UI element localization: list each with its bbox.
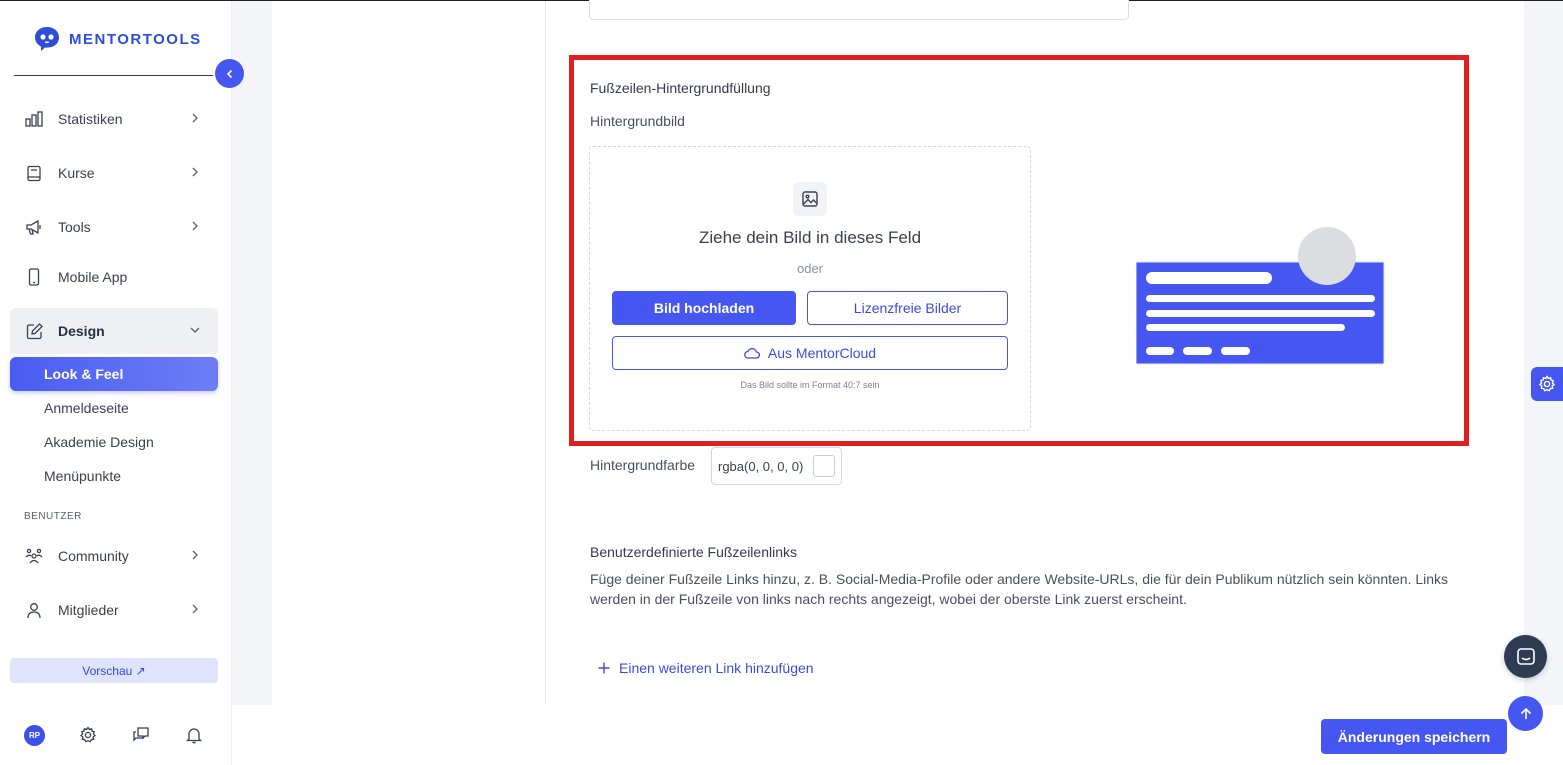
- sidebar-item-label: Tools: [58, 219, 91, 235]
- chevron-right-icon: [192, 167, 198, 177]
- gear-icon[interactable]: [79, 726, 97, 744]
- sidebar-item-label: Design: [58, 323, 105, 339]
- sidebar-item-mobile-app[interactable]: Mobile App: [10, 254, 218, 300]
- sidebar-item-community[interactable]: Community: [10, 533, 218, 579]
- image-icon: [793, 182, 827, 216]
- sidebar-item-label: Community: [58, 548, 129, 564]
- chevron-right-icon: [192, 604, 198, 614]
- bell-icon[interactable]: [185, 726, 203, 744]
- add-link-label: Einen weiteren Link hinzufügen: [619, 660, 814, 676]
- scroll-to-top-button[interactable]: [1508, 696, 1543, 731]
- footer-fill-title: Fußzeilen-Hintergrundfüllung: [590, 80, 771, 96]
- preview-button[interactable]: Vorschau ↗: [10, 658, 218, 683]
- sidebar-item-kurse[interactable]: Kurse: [10, 150, 218, 196]
- column-divider: [545, 1, 546, 705]
- bar-chart-icon: [24, 109, 44, 129]
- brand-logo[interactable]: MENTORTOOLS: [33, 25, 202, 53]
- background-color-value: rgba(0, 0, 0, 0): [718, 458, 804, 474]
- avatar[interactable]: RP: [24, 725, 45, 746]
- chat-widget-button[interactable]: [1504, 635, 1547, 678]
- chevron-left-icon: [226, 69, 232, 78]
- sidebar-sub-akademie-design[interactable]: Akademie Design: [10, 425, 218, 459]
- sidebar-item-statistiken[interactable]: Statistiken: [10, 96, 218, 142]
- sidebar-item-design[interactable]: Design: [10, 308, 218, 354]
- chat-icon: [1516, 647, 1535, 665]
- chevron-down-icon: [190, 327, 200, 333]
- megaphone-icon: [24, 217, 44, 237]
- sidebar-sub-menuepunkte[interactable]: Menüpunkte: [10, 459, 218, 493]
- format-hint: Das Bild sollte im Format 40:7 sein: [740, 380, 880, 390]
- footer-preview-illustration: [1136, 227, 1385, 365]
- sidebar-sub-anmeldeseite[interactable]: Anmeldeseite: [10, 391, 218, 425]
- stock-images-button[interactable]: Lizenzfreie Bilder: [807, 291, 1008, 325]
- sidebar-item-label: Mobile App: [58, 269, 128, 285]
- sidebar-item-mitglieder[interactable]: Mitglieder: [10, 587, 218, 633]
- gear-icon: [1538, 375, 1556, 392]
- sidebar-item-label: Mitglieder: [58, 602, 119, 618]
- cloud-icon: [744, 347, 760, 359]
- chevron-right-icon: [192, 221, 198, 231]
- background-color-label: Hintergrundfarbe: [590, 457, 696, 473]
- mentortools-logo-icon: [35, 27, 59, 51]
- book-icon: [24, 163, 44, 183]
- upload-image-button[interactable]: Bild hochladen: [612, 291, 796, 325]
- background-color-input[interactable]: rgba(0, 0, 0, 0): [711, 447, 842, 485]
- save-changes-button[interactable]: Änderungen speichern: [1321, 719, 1507, 754]
- sidebar-sub-look-feel[interactable]: Look & Feel: [10, 357, 218, 391]
- settings-gear-tab[interactable]: [1531, 367, 1563, 401]
- sidebar-item-label: Kurse: [58, 165, 95, 181]
- custom-links-title: Benutzerdefinierte Fußzeilenlinks: [590, 544, 797, 560]
- community-icon: [24, 546, 44, 566]
- chevron-right-icon: [192, 550, 198, 560]
- color-swatch[interactable]: [813, 455, 835, 477]
- background-image-label: Hintergrundbild: [590, 113, 685, 129]
- dropzone-text: Ziehe dein Bild in dieses Feld: [698, 228, 922, 247]
- mentorcloud-button[interactable]: Aus MentorCloud: [612, 336, 1008, 370]
- collapse-sidebar-button[interactable]: [215, 59, 244, 88]
- sidebar-divider: [14, 75, 213, 76]
- sidebar-item-tools[interactable]: Tools: [10, 204, 218, 250]
- or-text: oder: [796, 261, 824, 276]
- pencil-icon: [24, 321, 44, 341]
- mentorcloud-label: Aus MentorCloud: [767, 345, 877, 361]
- section-label-benutzer: BENUTZER: [24, 511, 82, 522]
- custom-links-description: Füge deiner Fußzeile Links hinzu, z. B. …: [590, 571, 1449, 607]
- add-link-button[interactable]: Einen weiteren Link hinzufügen: [598, 660, 814, 676]
- arrow-up-icon: [1520, 707, 1531, 719]
- plus-icon: [598, 662, 610, 674]
- user-icon: [24, 600, 44, 620]
- chevron-right-icon: [192, 113, 198, 123]
- sidebar-item-label: Statistiken: [58, 111, 123, 127]
- previous-field-input[interactable]: [589, 0, 1129, 20]
- mobile-icon: [24, 267, 44, 287]
- messages-icon[interactable]: [132, 726, 150, 744]
- brand-name: MENTORTOOLS: [69, 30, 202, 48]
